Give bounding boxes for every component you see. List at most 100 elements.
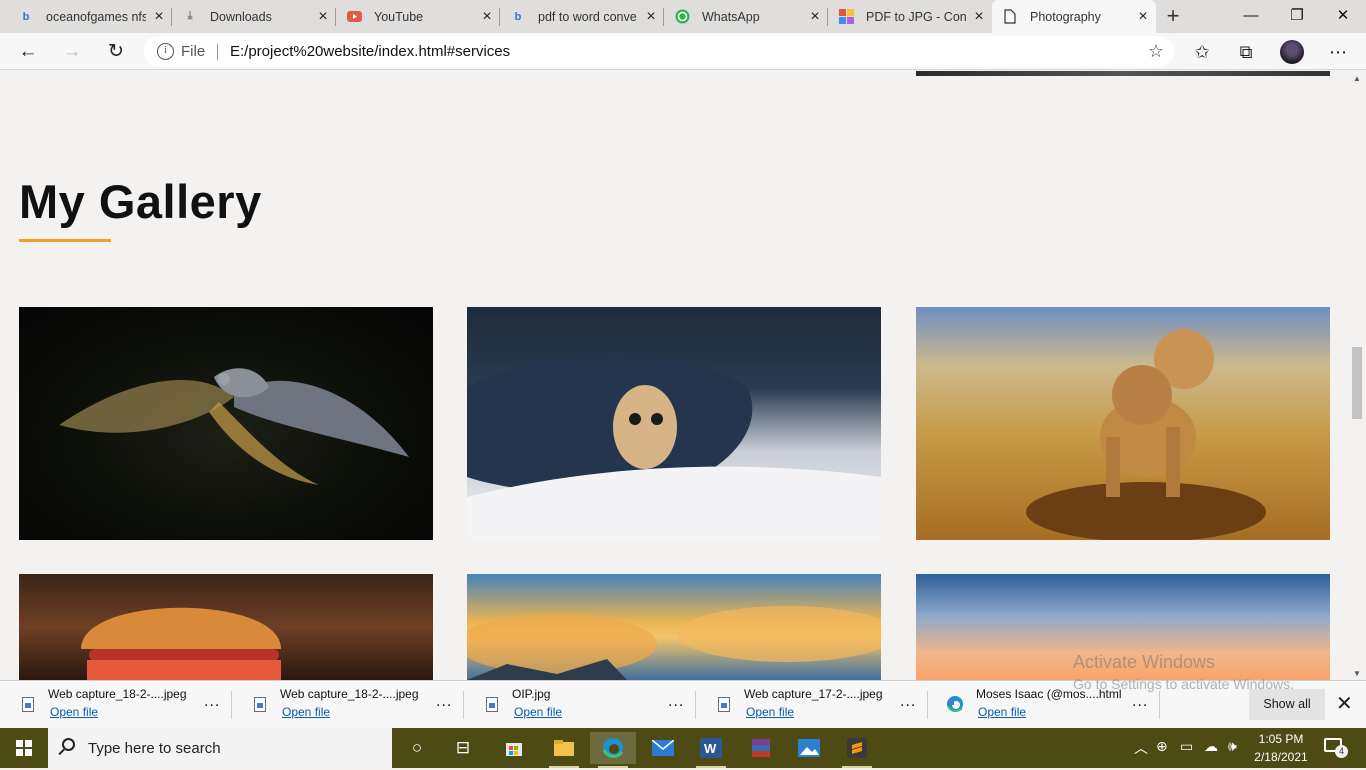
download-icon: ⤓ [187,10,193,22]
image-file-icon [254,697,266,712]
gallery-photo-pigeon[interactable] [19,307,433,540]
close-tab-icon[interactable]: × [802,8,828,26]
page-icon [1002,9,1018,25]
image-file-icon [718,697,730,712]
settings-more-icon[interactable]: ⋯ [1323,37,1353,67]
word-icon[interactable]: W [688,732,734,768]
download-item[interactable]: Web capture_18-2-....jpeg Open file ... [0,681,232,729]
clock-date: 2/18/2021 [1254,750,1308,764]
download-filename: OIP.jpg [512,687,551,701]
open-file-link[interactable]: Open file [746,705,794,719]
download-filename: Web capture_18-2-....jpeg [48,687,187,701]
youtube-icon [346,9,362,25]
volume-icon[interactable]: 🕪 [1228,738,1237,755]
scheme-label: File [181,43,206,60]
download-item[interactable]: Web capture_17-2-....jpeg Open file ... [696,681,928,729]
close-window-button[interactable]: ✕ [1320,0,1366,33]
store-icon[interactable] [491,732,537,764]
notification-count-badge: 4 [1335,745,1348,758]
more-options-icon[interactable]: ... [436,693,452,711]
close-tab-icon[interactable]: × [146,8,172,26]
mail-icon[interactable] [640,732,686,764]
refresh-button[interactable]: ↻ [101,37,131,67]
edge-taskbar-icon[interactable] [590,732,636,768]
close-tab-icon[interactable]: × [638,8,664,26]
info-icon[interactable]: i [157,43,174,60]
scroll-down-icon[interactable]: ▼ [1353,669,1361,678]
start-button[interactable] [0,728,48,768]
taskbar-clock[interactable]: 1:05 PM 2/18/2021 [1250,730,1312,766]
profile-avatar[interactable] [1280,40,1304,64]
scroll-up-icon[interactable]: ▲ [1353,74,1361,83]
taskbar-search-box[interactable]: Type here to search [48,728,392,768]
tab-strip: b oceanofgames nfs × ⤓ Downloads × YouTu… [0,0,1366,33]
close-tab-icon[interactable]: × [966,8,992,26]
more-options-icon[interactable]: ... [204,693,220,711]
gallery-photo-sunrise-clouds[interactable] [467,574,881,680]
open-file-link[interactable]: Open file [282,705,330,719]
tab-title: Downloads [210,9,272,24]
tab-photography[interactable]: Photography × [992,0,1156,33]
network-icon[interactable]: ⊕ [1156,738,1168,755]
tab-title: PDF to JPG - Conv [866,9,966,24]
gallery-photo-lion-cubs[interactable] [916,307,1330,540]
more-options-icon[interactable]: ... [900,693,916,711]
download-item[interactable]: OIP.jpg Open file ... [464,681,696,729]
winrar-icon[interactable] [738,732,784,764]
sublime-text-icon[interactable] [834,732,880,768]
scrollbar-thumb[interactable] [1352,347,1362,419]
more-options-icon[interactable]: ... [668,693,684,711]
edge-icon [946,695,963,712]
title-underline [19,239,111,242]
favorites-icon[interactable]: ✩ [1187,37,1217,67]
open-file-link[interactable]: Open file [978,705,1026,719]
gallery-photo-kitten[interactable] [467,307,881,540]
toolbar: ← → ↻ i File E:/project%20website/index.… [0,33,1366,70]
vertical-scrollbar[interactable]: ▲ ▼ [1350,71,1366,680]
tab-downloads[interactable]: ⤓ Downloads × [172,0,336,33]
open-file-link[interactable]: Open file [514,705,562,719]
add-favorite-icon[interactable]: ☆ [1148,41,1164,62]
download-filename: Web capture_17-2-....jpeg [744,687,883,701]
open-file-link[interactable]: Open file [50,705,98,719]
tab-title: Photography [1030,9,1101,24]
close-tab-icon[interactable]: × [310,8,336,26]
action-center-icon[interactable]: 4 [1324,738,1348,758]
search-icon [62,738,75,751]
tab-oceanofgames[interactable]: b oceanofgames nfs × [8,0,172,33]
windows-logo-icon [16,740,32,756]
tab-pdf-to-jpg[interactable]: PDF to JPG - Conv × [828,0,992,33]
gallery-photo-burger[interactable] [19,574,433,680]
show-hidden-icons-icon[interactable]: ︿ [1134,738,1148,758]
tab-title: WhatsApp [702,9,760,24]
tab-pdf-to-word[interactable]: b pdf to word conve × [500,0,664,33]
url-text[interactable]: E:/project%20website/index.html#services [230,43,510,60]
collections-icon[interactable]: ⧉ [1231,37,1261,67]
tab-youtube[interactable]: YouTube × [336,0,500,33]
photos-icon[interactable] [786,732,832,764]
file-explorer-icon[interactable] [541,732,587,768]
close-tab-icon[interactable]: × [1130,8,1156,26]
back-button[interactable]: ← [13,37,43,67]
download-filename: Web capture_18-2-....jpeg [280,687,419,701]
page-title: My Gallery [19,175,262,228]
svg-text:W: W [704,741,717,756]
show-all-button[interactable]: Show all [1249,689,1325,720]
restore-button[interactable]: ❐ [1274,0,1320,33]
more-options-icon[interactable]: ... [1132,693,1148,711]
onedrive-error-icon[interactable]: ☁ [1204,738,1218,755]
tab-title: oceanofgames nfs [46,9,146,24]
download-item[interactable]: Web capture_18-2-....jpeg Open file ... [232,681,464,729]
new-tab-button[interactable]: + [1160,4,1186,30]
tab-whatsapp[interactable]: WhatsApp × [664,0,828,33]
close-download-bar-icon[interactable]: ✕ [1336,691,1353,716]
task-view-icon[interactable]: ⊟ [440,732,486,764]
minimize-button[interactable]: — [1228,0,1274,33]
close-tab-icon[interactable]: × [474,8,500,26]
bing-icon: b [22,10,30,23]
forward-button[interactable]: → [57,37,87,67]
address-bar[interactable]: i File E:/project%20website/index.html#s… [144,36,1174,67]
whatsapp-icon [674,9,690,25]
cortana-icon[interactable]: ○ [394,732,440,764]
battery-icon[interactable]: ▭ [1180,738,1193,755]
